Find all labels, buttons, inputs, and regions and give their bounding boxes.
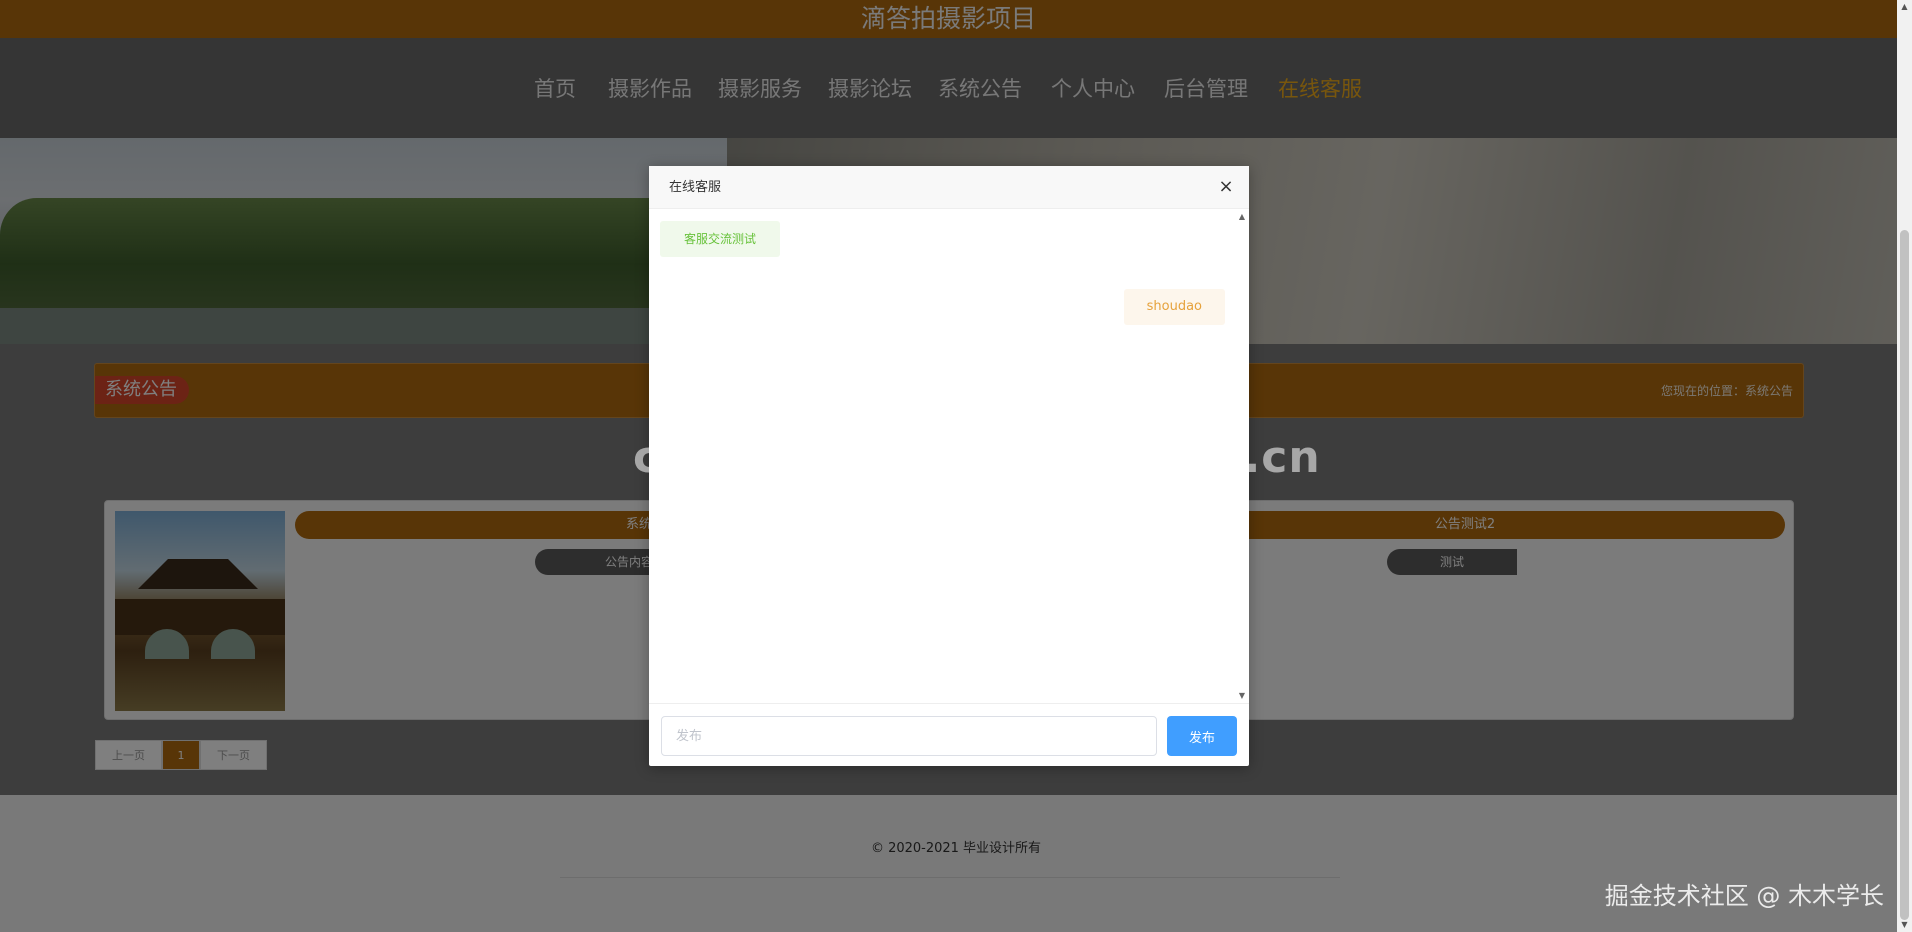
scrollbar-thumb[interactable] — [1900, 230, 1909, 920]
page-scrollbar[interactable]: ▲ ▼ — [1897, 0, 1912, 932]
scroll-down-icon[interactable]: ▼ — [1237, 691, 1247, 701]
send-button[interactable]: 发布 — [1167, 716, 1237, 756]
scroll-up-icon[interactable]: ▲ — [1237, 212, 1247, 222]
watermark-corner: 掘金技术社区 @ 木木学长 — [1604, 882, 1884, 910]
scrollbar-up-icon[interactable]: ▲ — [1897, 0, 1912, 14]
modal-header: 在线客服 × — [649, 166, 1249, 209]
close-icon[interactable]: × — [1215, 176, 1237, 198]
watermark-center: cn围观客www.weiguanke.cn — [633, 432, 1321, 483]
chat-input[interactable] — [661, 716, 1157, 756]
scrollbar-down-icon[interactable]: ▼ — [1897, 918, 1912, 932]
modal-title: 在线客服 — [669, 180, 722, 195]
chat-message-received: 客服交流测试 — [660, 221, 781, 257]
chat-message-sent: shoudao — [1123, 289, 1225, 325]
